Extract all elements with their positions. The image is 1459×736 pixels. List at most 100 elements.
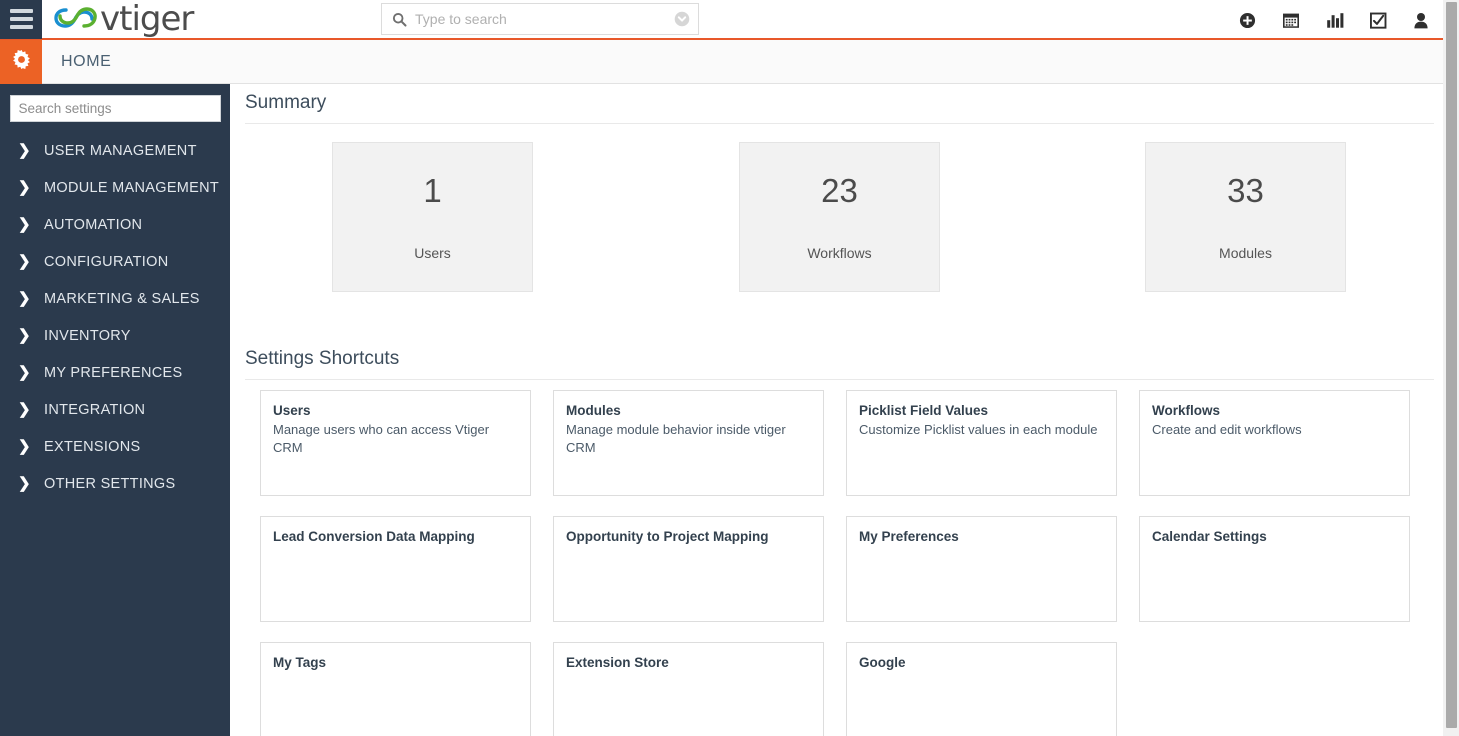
tab-home[interactable]: HOME — [42, 40, 111, 83]
chevron-right-icon: ❯ — [18, 216, 31, 233]
vtiger-cloud-logo-icon — [54, 4, 98, 34]
sidebar-item-module-management[interactable]: ❯ MODULE MANAGEMENT — [0, 169, 230, 206]
sidebar-item-other-settings[interactable]: ❯ OTHER SETTINGS — [0, 465, 230, 502]
shortcut-card-calendar-settings[interactable]: Calendar Settings — [1139, 516, 1410, 622]
sidebar-item-label: CONFIGURATION — [44, 253, 169, 270]
sidebar-item-label: INTEGRATION — [44, 401, 146, 418]
summary-card-value: 1 — [423, 171, 442, 209]
sidebar-item-my-preferences[interactable]: ❯ MY PREFERENCES — [0, 354, 230, 391]
chevron-right-icon: ❯ — [18, 179, 31, 196]
chevron-right-icon: ❯ — [18, 438, 31, 455]
shortcut-card-title: Extension Store — [566, 655, 669, 670]
shortcuts-section-header: Settings Shortcuts — [245, 348, 1434, 380]
settings-gear-button[interactable] — [0, 40, 42, 84]
shortcuts-divider — [245, 379, 1434, 380]
sidebar-item-configuration[interactable]: ❯ CONFIGURATION — [0, 243, 230, 280]
top-bar-icon-group — [1239, 0, 1429, 40]
chevron-right-icon: ❯ — [18, 475, 31, 492]
top-navigation-bar: vtiger — [0, 0, 1443, 40]
summary-card-label: Modules — [1219, 244, 1272, 261]
page-scrollbar-thumb[interactable] — [1446, 2, 1457, 728]
shortcut-card-title: Picklist Field Values — [859, 403, 989, 418]
chevron-right-icon: ❯ — [18, 142, 31, 159]
shortcut-card-my-tags[interactable]: My Tags — [260, 642, 531, 736]
sidebar-item-inventory[interactable]: ❯ INVENTORY — [0, 317, 230, 354]
checkbox-task-icon[interactable] — [1370, 12, 1387, 29]
add-circle-icon[interactable] — [1239, 12, 1256, 29]
sidebar-item-user-management[interactable]: ❯ USER MANAGEMENT — [0, 132, 230, 169]
shortcut-card-title: Lead Conversion Data Mapping — [273, 529, 475, 544]
hamburger-menu-icon — [9, 25, 33, 29]
summary-card-modules[interactable]: 33 Modules — [1145, 142, 1346, 292]
shortcut-card-extension-store[interactable]: Extension Store — [553, 642, 824, 736]
summary-card-value: 23 — [821, 171, 858, 209]
summary-section-header: Summary — [245, 92, 1434, 124]
chevron-right-icon: ❯ — [18, 401, 31, 418]
shortcut-card-lead-conversion-data-mapping[interactable]: Lead Conversion Data Mapping — [260, 516, 531, 622]
summary-card-workflows[interactable]: 23 Workflows — [739, 142, 940, 292]
hamburger-menu-icon — [9, 9, 33, 13]
shortcut-card-description: Customize Picklist values in each module — [859, 422, 1098, 438]
summary-card-users[interactable]: 1 Users — [332, 142, 533, 292]
shortcut-card-title: Users — [273, 403, 311, 418]
settings-nav-list: ❯ USER MANAGEMENT ❯ MODULE MANAGEMENT ❯ AUTOM… — [0, 132, 230, 502]
main-content: Summary 1 Users 23 Workflows 33 Modules Setti… — [230, 84, 1443, 736]
shortcut-card-description: Manage module behavior inside vtiger CRM — [566, 422, 786, 455]
sidebar-item-automation[interactable]: ❯ AUTOMATION — [0, 206, 230, 243]
hamburger-menu-icon — [9, 17, 33, 21]
global-search-box[interactable] — [381, 3, 699, 35]
page-scrollbar-track[interactable] — [1443, 0, 1459, 736]
shortcut-card-google[interactable]: Google — [846, 642, 1117, 736]
shortcuts-title: Settings Shortcuts — [245, 348, 400, 369]
sidebar-item-label: MY PREFERENCES — [44, 364, 183, 381]
bar-chart-icon[interactable] — [1326, 12, 1344, 29]
sidebar-item-label: EXTENSIONS — [44, 438, 141, 455]
shortcut-card-title: My Preferences — [859, 529, 959, 544]
summary-card-value: 33 — [1227, 171, 1264, 209]
brand-logo-link[interactable]: vtiger — [54, 0, 194, 39]
sidebar-item-label: OTHER SETTINGS — [44, 475, 176, 492]
shortcut-card-title: Workflows — [1152, 403, 1221, 418]
shortcut-card-title: Modules — [566, 403, 621, 418]
shortcut-card-my-preferences[interactable]: My Preferences — [846, 516, 1117, 622]
chevron-down-circle-icon[interactable] — [674, 11, 690, 27]
gear-icon — [11, 49, 32, 75]
global-search-input[interactable] — [415, 11, 674, 27]
shortcut-card-description: Create and edit workflows — [1152, 422, 1302, 438]
calendar-icon[interactable] — [1282, 11, 1300, 29]
hamburger-menu-button[interactable] — [0, 0, 42, 39]
shortcut-card-users[interactable]: Users Manage users who can access Vtiger … — [260, 390, 531, 496]
sidebar-item-label: INVENTORY — [44, 327, 131, 344]
sidebar-item-label: MARKETING & SALES — [44, 290, 200, 307]
shortcut-card-title: Google — [859, 655, 906, 670]
sidebar-item-label: AUTOMATION — [44, 216, 143, 233]
sidebar-item-label: USER MANAGEMENT — [44, 142, 197, 159]
shortcut-card-title: Opportunity to Project Mapping — [566, 529, 769, 544]
sidebar-item-marketing-sales[interactable]: ❯ MARKETING & SALES — [0, 280, 230, 317]
shortcut-card-picklist-field-values[interactable]: Picklist Field Values Customize Picklist … — [846, 390, 1117, 496]
shortcut-card-title: My Tags — [273, 655, 327, 670]
shortcut-card-grid: Users Manage users who can access Vtiger … — [260, 390, 1410, 736]
chevron-right-icon: ❯ — [18, 364, 31, 381]
user-profile-icon[interactable] — [1413, 12, 1429, 29]
settings-sidebar: ❯ USER MANAGEMENT ❯ MODULE MANAGEMENT ❯ AUTOM… — [0, 84, 230, 736]
sidebar-item-label: MODULE MANAGEMENT — [44, 179, 220, 196]
summary-card-label: Users — [414, 244, 451, 261]
module-tab-bar: HOME — [0, 40, 1443, 84]
summary-card-label: Workflows — [807, 244, 872, 261]
settings-search-input[interactable] — [9, 95, 221, 122]
search-icon — [392, 12, 407, 27]
shortcut-card-title: Calendar Settings — [1152, 529, 1267, 544]
shortcut-card-opportunity-to-project-mapping[interactable]: Opportunity to Project Mapping — [553, 516, 824, 622]
chevron-right-icon: ❯ — [18, 290, 31, 307]
tab-home-label: HOME — [61, 52, 112, 70]
chevron-right-icon: ❯ — [18, 327, 31, 344]
shortcut-card-workflows[interactable]: Workflows Create and edit workflows — [1139, 390, 1410, 496]
summary-title: Summary — [245, 92, 327, 113]
brand-name: vtiger — [100, 0, 194, 39]
summary-card-group: 1 Users 23 Workflows 33 Modules — [245, 142, 1434, 292]
shortcut-card-modules[interactable]: Modules Manage module behavior inside vti… — [553, 390, 824, 496]
sidebar-item-integration[interactable]: ❯ INTEGRATION — [0, 391, 230, 428]
summary-divider — [245, 123, 1434, 124]
sidebar-item-extensions[interactable]: ❯ EXTENSIONS — [0, 428, 230, 465]
